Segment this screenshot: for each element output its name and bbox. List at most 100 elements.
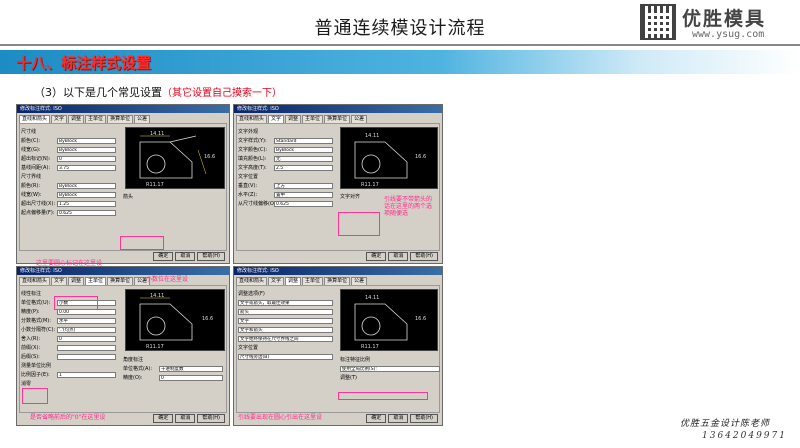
tab-tol[interactable]: 公差	[134, 115, 151, 123]
tab-alt[interactable]: 换算单位	[324, 277, 351, 285]
form-row: 颜色(C): ByBlock	[21, 136, 116, 145]
tab-fit[interactable]: 调整	[68, 115, 85, 123]
cancel-button[interactable]: 取消	[175, 252, 196, 261]
field[interactable]: 0	[57, 155, 116, 162]
tab-alt[interactable]: 换算单位	[324, 115, 351, 123]
tab-alt[interactable]: 换算单位	[107, 115, 134, 123]
svg-text:14.11: 14.11	[150, 293, 164, 299]
highlight-text-align	[338, 212, 380, 236]
text-placement-option[interactable]: 尺寸线旁边(B)	[238, 353, 333, 360]
tab-tol[interactable]: 公差	[351, 115, 368, 123]
tab-lines[interactable]: 直线和箭头	[236, 277, 268, 285]
tab-text[interactable]: 文字	[268, 115, 285, 123]
cancel-button[interactable]: 取消	[388, 414, 409, 423]
field-list: 尺寸线 颜色(C): ByBlock 线宽(G): ByBlock 超出标记(N):…	[21, 127, 116, 217]
field[interactable]: 上方	[274, 182, 333, 189]
brand-name: 优胜模具	[682, 8, 767, 30]
section-title: 十八、标注样式设置	[16, 54, 152, 72]
qr-code-icon	[640, 4, 676, 40]
help-button[interactable]: 帮助(H)	[197, 414, 225, 423]
field[interactable]: 0	[57, 335, 116, 342]
tab-text[interactable]: 文字	[51, 277, 68, 285]
ok-button[interactable]: 确定	[366, 414, 387, 423]
svg-text:16.6: 16.6	[202, 316, 213, 322]
form-row: 超出尺寸线(X): 1.25	[21, 199, 116, 208]
tab-primary[interactable]: 主单位	[85, 277, 107, 285]
tab-fit[interactable]: 调整	[285, 277, 302, 285]
dialog-titlebar: 修改标注样式: ISO	[234, 105, 442, 113]
tab-text[interactable]: 文字	[51, 115, 68, 123]
ok-button[interactable]: 确定	[153, 252, 174, 261]
fit-option[interactable]: 文字和箭头	[238, 326, 333, 333]
svg-text:14.11: 14.11	[365, 133, 379, 139]
dim-style-dialog-text: 修改标注样式: ISO 直线和箭头 文字 调整 主单位 换算单位 公差 文字外观…	[233, 104, 443, 264]
svg-text:16.6: 16.6	[204, 154, 215, 160]
tab-lines[interactable]: 直线和箭头	[236, 115, 268, 123]
tab-primary[interactable]: 主单位	[302, 277, 324, 285]
field[interactable]	[57, 353, 116, 360]
field[interactable]: 0.625	[274, 200, 333, 207]
svg-text:R11.17: R11.17	[146, 182, 164, 188]
highlight-fit-adjust	[338, 392, 428, 400]
fit-option[interactable]: 文字	[238, 317, 333, 324]
field[interactable]: ByBlock	[57, 146, 116, 153]
field[interactable]: 置中	[274, 191, 333, 198]
brand-logo: 优胜模具 www.ysug.com	[640, 4, 792, 44]
field[interactable]: 0.625	[57, 209, 116, 216]
help-button[interactable]: 帮助(H)	[197, 252, 225, 261]
divider	[0, 44, 800, 46]
highlight-center-mark	[120, 236, 164, 250]
tab-alt[interactable]: 换算单位	[107, 277, 134, 285]
field[interactable]: 0	[159, 374, 223, 381]
field[interactable]: 2.5	[274, 164, 333, 171]
preview-pane: 14.11 16.6 R11.17	[340, 289, 438, 351]
field[interactable]: '.'(句点)	[57, 326, 116, 333]
dialog-tabs: 直线和箭头 文字 调整 主单位 换算单位 公差	[17, 113, 229, 123]
svg-text:14.11: 14.11	[365, 295, 379, 301]
preview-pane: 14.11 16.6 R11.17	[125, 127, 225, 189]
tab-lines[interactable]: 直线和箭头	[19, 115, 51, 123]
field[interactable]: ByBlock	[57, 182, 116, 189]
svg-text:16.6: 16.6	[415, 154, 426, 160]
tab-primary[interactable]: 主单位	[85, 115, 107, 123]
field[interactable]: 1.25	[57, 200, 116, 207]
tab-tol[interactable]: 公差	[351, 277, 368, 285]
intro-note: （其它设置自己摸索一下）	[162, 88, 282, 99]
form-row: 线宽(G): ByBlock	[21, 145, 116, 154]
annotation-center-leader: 引线要出现在圆心引出在这里设	[238, 414, 323, 421]
ok-button[interactable]: 确定	[153, 414, 174, 423]
cancel-button[interactable]: 取消	[388, 252, 409, 261]
field[interactable]: ByBlock	[274, 146, 333, 153]
field[interactable]: 1	[57, 371, 116, 378]
help-button[interactable]: 帮助(H)	[410, 414, 438, 423]
field[interactable]: 十进制度数	[159, 365, 223, 372]
fit-option[interactable]: 箭头	[238, 308, 333, 315]
cancel-button[interactable]: 取消	[175, 414, 196, 423]
scale-option[interactable]: 使用全局比例(S):	[340, 365, 440, 372]
field[interactable]: 3.75	[57, 164, 116, 171]
field[interactable]	[57, 344, 116, 351]
signature-phone: 13642049971	[702, 431, 787, 441]
tab-primary[interactable]: 主单位	[302, 115, 324, 123]
field[interactable]: ByBlock	[57, 137, 116, 144]
dimension-preview: 14.11 16.6 R11.17	[139, 131, 215, 188]
tab-fit[interactable]: 调整	[68, 277, 85, 285]
field[interactable]: ByBlock	[57, 191, 116, 198]
help-button[interactable]: 帮助(H)	[410, 252, 438, 261]
field[interactable]: 水平	[57, 317, 116, 324]
annotation-precision: 小数位在这里设	[146, 276, 189, 283]
preview-pane: 14.11 16.6 R11.17	[340, 127, 438, 189]
field[interactable]: 无	[274, 155, 333, 162]
preview-pane: 14.11 16.6 R11.17	[125, 289, 225, 351]
tab-lines[interactable]: 直线和箭头	[19, 277, 51, 285]
annotation-leader: 引线要不带箭头的话在这里的两个选项随便选	[384, 196, 433, 217]
ok-button[interactable]: 确定	[366, 252, 387, 261]
tab-fit[interactable]: 调整	[285, 115, 302, 123]
fit-option[interactable]: 文字始终保持在尺寸界线之间	[238, 335, 333, 342]
form-row: 超出标记(N): 0	[21, 154, 116, 163]
field[interactable]: Standard	[274, 137, 333, 144]
dim-style-dialog-fit: 修改标注样式: ISO 直线和箭头 文字 调整 主单位 换算单位 公差 调整选项…	[233, 266, 443, 426]
tab-text[interactable]: 文字	[268, 277, 285, 285]
fit-option[interactable]: 文字或箭头，取最佳效果	[238, 299, 333, 306]
dialog-titlebar: 修改标注样式: ISO	[17, 105, 229, 113]
